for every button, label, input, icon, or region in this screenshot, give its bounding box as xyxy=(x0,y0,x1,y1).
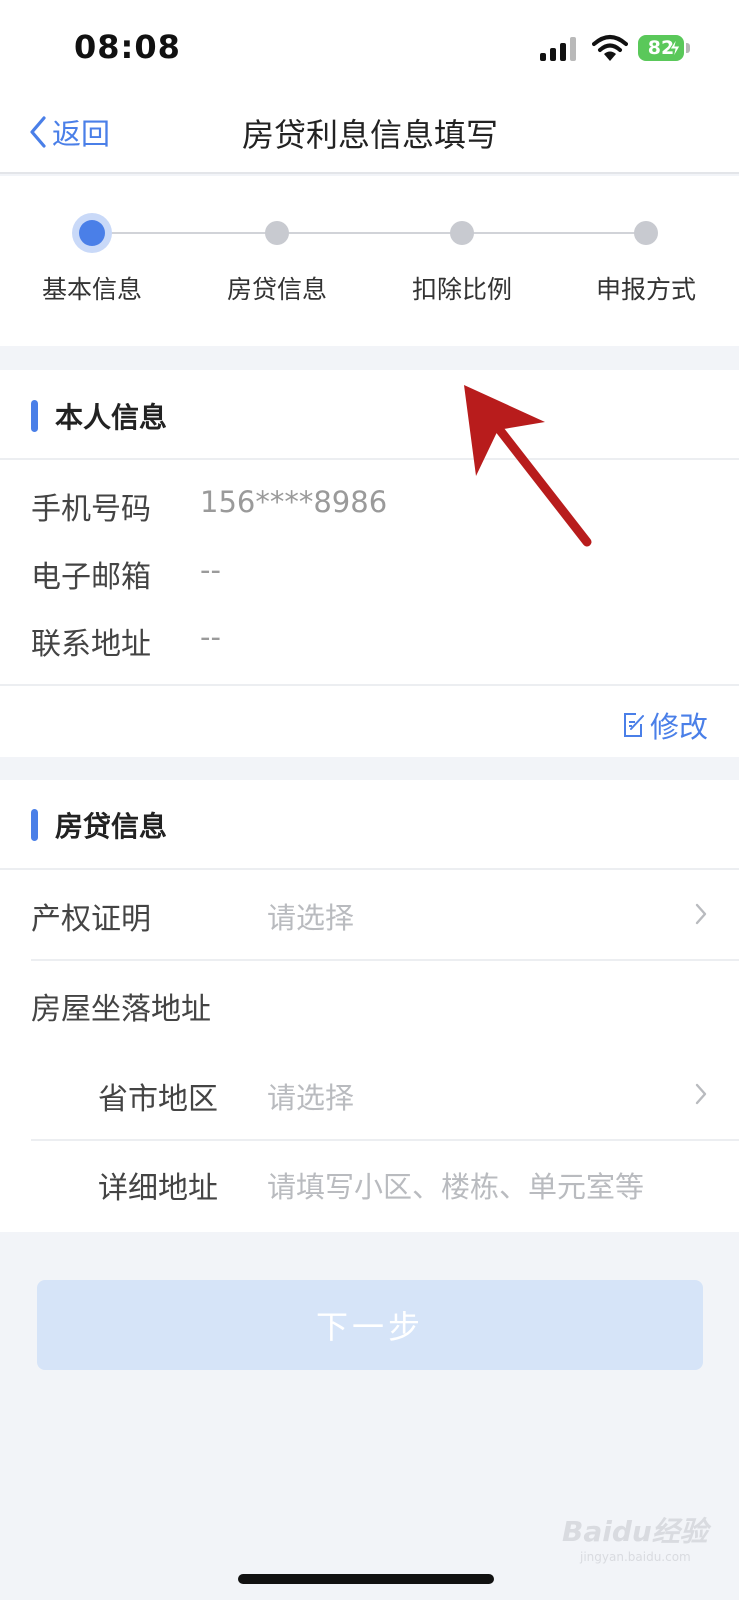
step-dot-1 xyxy=(79,220,105,246)
ownership-proof-placeholder: 请选择 xyxy=(267,901,355,935)
step-label-filing-method: 申报方式 xyxy=(595,275,696,304)
ownership-proof-label: 产权证明 xyxy=(31,902,151,937)
personal-info-card: 本人信息 手机号码 156****8986 电子邮箱 -- 联系地址 -- 修改 xyxy=(0,370,739,757)
annotation-arrow-icon xyxy=(464,385,592,547)
ownership-proof-row[interactable]: 产权证明 请选择 xyxy=(0,870,739,960)
email-value: -- xyxy=(200,553,221,587)
divider xyxy=(31,959,739,961)
step-progress: 基本信息 房贷信息 扣除比例 申报方式 xyxy=(0,176,739,346)
step-connector-line xyxy=(92,232,644,234)
section-title-personal: 本人信息 xyxy=(55,401,168,434)
battery-icon: 82 xyxy=(638,35,684,61)
chevron-right-icon xyxy=(695,903,707,925)
nav-bar: 返回 房贷利息信息填写 xyxy=(0,92,739,174)
divider xyxy=(0,458,739,460)
phone-label: 手机号码 xyxy=(31,492,151,527)
mortgage-info-card: 房贷信息 产权证明 请选择 房屋坐落地址 省市地区 请选择 详细地址 请填写小区… xyxy=(0,780,739,1232)
detail-address-placeholder: 请填写小区、楼栋、单元室等 xyxy=(267,1170,645,1204)
address-value: -- xyxy=(200,620,221,654)
step-dot-2 xyxy=(265,221,289,245)
back-label: 返回 xyxy=(52,117,111,151)
charging-bolt-icon xyxy=(669,38,681,58)
address-label: 联系地址 xyxy=(31,627,151,662)
step-label-deduction-ratio: 扣除比例 xyxy=(411,275,512,304)
status-time: 08:08 xyxy=(74,28,181,66)
chevron-right-icon xyxy=(695,1083,707,1105)
wifi-icon xyxy=(592,35,628,61)
status-bar: 08:08 82 xyxy=(0,0,739,92)
region-label: 省市地区 xyxy=(98,1082,218,1117)
baidu-watermark-url: jingyan.baidu.com xyxy=(580,1550,691,1564)
step-label-mortgage-info: 房贷信息 xyxy=(226,275,327,304)
section-accent-bar xyxy=(31,400,38,432)
step-label-basic-info: 基本信息 xyxy=(41,275,142,304)
edit-icon xyxy=(624,713,644,737)
detail-address-field[interactable]: 详细地址 请填写小区、楼栋、单元室等 xyxy=(0,1141,739,1231)
back-button[interactable]: 返回 xyxy=(28,112,110,152)
page-title: 房贷利息信息填写 xyxy=(241,116,498,154)
next-step-label: 下一步 xyxy=(315,1308,424,1346)
edit-button[interactable]: 修改 xyxy=(622,704,708,746)
section-title-mortgage: 房贷信息 xyxy=(55,810,168,843)
phone-value: 156****8986 xyxy=(200,485,388,519)
edit-label: 修改 xyxy=(650,710,709,744)
home-indicator[interactable] xyxy=(238,1574,494,1584)
house-address-label: 房屋坐落地址 xyxy=(31,992,211,1027)
cellular-signal-icon xyxy=(540,37,578,61)
region-row[interactable]: 省市地区 请选择 xyxy=(0,1050,739,1140)
detail-address-label: 详细地址 xyxy=(98,1171,218,1206)
battery-tip xyxy=(686,43,690,53)
baidu-watermark: Baidu经验 xyxy=(562,1515,708,1548)
email-label: 电子邮箱 xyxy=(31,560,151,595)
next-step-button[interactable]: 下一步 xyxy=(37,1280,703,1370)
chevron-left-icon xyxy=(30,116,46,148)
region-placeholder: 请选择 xyxy=(267,1081,355,1115)
divider xyxy=(0,684,739,686)
step-dot-3 xyxy=(450,221,474,245)
section-accent-bar xyxy=(31,809,38,841)
step-dot-4 xyxy=(634,221,658,245)
